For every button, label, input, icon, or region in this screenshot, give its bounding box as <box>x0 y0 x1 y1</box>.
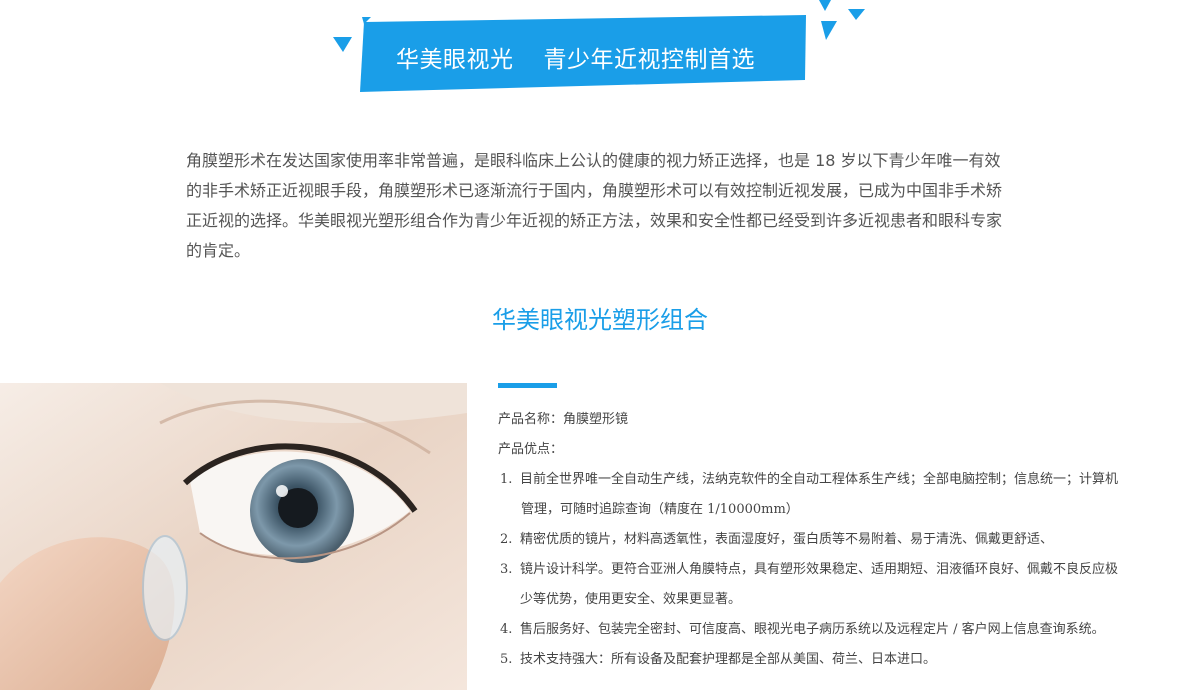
list-item-text-continued: 少等优势，使用更安全、效果更显著。 <box>520 592 742 607</box>
accent-bar <box>498 383 557 388</box>
list-item: 1. 目前全世界唯一全自动生产线，法纳克软件的全自动工程体系生产线；全部电脑控制… <box>498 465 1178 525</box>
header-banner: 华美眼视光 青少年近视控制首选 <box>330 0 870 100</box>
list-item-text: 售后服务好、包装完全密封、可信度高、眼视光电子病历系统以及远程定片 / 客户网上… <box>520 622 1105 637</box>
list-number: 4. <box>500 622 513 637</box>
list-item: 4. 售后服务好、包装完全密封、可信度高、眼视光电子病历系统以及远程定片 / 客… <box>498 615 1178 645</box>
list-number: 2. <box>500 532 513 547</box>
list-item: 2. 精密优质的镜片，材料高透氧性，表面湿度好，蛋白质等不易附着、易于清洗、佩戴… <box>498 525 1178 555</box>
list-item-text: 精密优质的镜片，材料高透氧性，表面湿度好，蛋白质等不易附着、易于清洗、佩戴更舒适… <box>520 532 1054 547</box>
product-name: 产品名称：角膜塑形镜 <box>498 412 629 427</box>
product-advantages-label: 产品优点： <box>498 442 564 457</box>
list-number: 1. <box>500 472 513 487</box>
list-item-text: 镜片设计科学。更符合亚洲人角膜特点，具有塑形效果稳定、适用期短、泪液循环良好、佩… <box>520 562 1119 577</box>
eye-contact-lens-photo <box>0 383 467 690</box>
banner-title: 华美眼视光 青少年近视控制首选 <box>396 40 806 74</box>
list-item-text-continued: 管理，可随时追踪查询（精度在 1/10000mm） <box>521 502 799 517</box>
list-item-text: 目前全世界唯一全自动生产线，法纳克软件的全自动工程体系生产线；全部电脑控制；信息… <box>520 472 1119 487</box>
section-title: 华美眼视光塑形组合 <box>492 306 708 334</box>
product-details: 产品名称：角膜塑形镜 产品优点： 1. 目前全世界唯一全自动生产线，法纳克软件的… <box>498 405 1178 675</box>
list-item: 3. 镜片设计科学。更符合亚洲人角膜特点，具有塑形效果稳定、适用期短、泪液循环良… <box>498 555 1178 615</box>
list-item-text: 技术支持强大：所有设备及配套护理都是全部从美国、荷兰、日本进口。 <box>520 652 937 667</box>
banner-brand: 华美眼视光 <box>396 47 514 73</box>
list-number: 5. <box>500 652 513 667</box>
advantages-list: 1. 目前全世界唯一全自动生产线，法纳克软件的全自动工程体系生产线；全部电脑控制… <box>498 465 1178 675</box>
list-number: 3. <box>500 562 513 577</box>
intro-paragraph: 角膜塑形术在发达国家使用率非常普遍，是眼科临床上公认的健康的视力矫正选择，也是 … <box>186 151 1003 260</box>
list-item: 5. 技术支持强大：所有设备及配套护理都是全部从美国、荷兰、日本进口。 <box>498 645 1178 675</box>
banner-slogan: 青少年近视控制首选 <box>543 47 755 73</box>
